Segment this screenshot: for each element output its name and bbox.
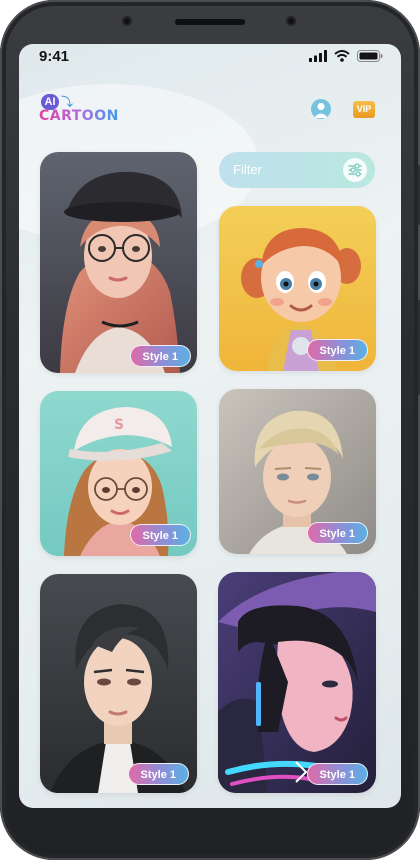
card-image [40,152,197,373]
card-image [218,572,376,793]
style-button[interactable]: Style 1 [306,339,368,361]
user-icon [314,102,328,118]
sliders-icon[interactable] [343,158,367,182]
style-button[interactable]: Style 1 [306,763,368,785]
wifi-icon [334,50,350,62]
earpiece-speaker [174,18,246,26]
logo-arrow-icon: ⤵ [61,95,74,109]
filter-input[interactable]: Filter [219,152,375,188]
app-logo: AI ⤵ CARTOON [39,94,119,128]
style-button[interactable]: Style 1 [306,522,368,544]
gallery-card[interactable]: Style 1 [40,574,197,793]
front-camera [286,16,296,26]
gallery-card[interactable]: Style 1 [219,206,376,371]
status-bar: 9:41 [19,44,401,72]
status-time: 9:41 [39,48,70,65]
svg-text:S: S [114,417,124,433]
profile-button[interactable] [311,99,331,119]
phone-frame: 9:41 AI ⤵ CARTOON VIP Filter Style 1 Sty… [0,0,420,860]
style-button[interactable]: Style 1 [129,345,191,367]
gallery-card[interactable]: Style 1 [218,572,376,793]
logo-wordmark: CARTOON [39,108,119,124]
card-image [40,574,197,793]
filter-placeholder: Filter [233,162,262,177]
proximity-sensor [122,16,132,26]
style-button[interactable]: Style 1 [127,763,189,785]
battery-icon [357,50,383,62]
gallery-card[interactable]: S Style 1 [40,391,197,556]
vip-button[interactable]: VIP [353,101,375,118]
app-screen: 9:41 AI ⤵ CARTOON VIP Filter Style 1 Sty… [19,44,401,808]
gallery-card[interactable]: Style 1 [40,152,197,373]
style-button[interactable]: Style 1 [129,524,191,546]
gallery-card[interactable]: Style 1 [219,389,376,554]
signal-icon [309,50,327,62]
status-icons [309,50,383,62]
